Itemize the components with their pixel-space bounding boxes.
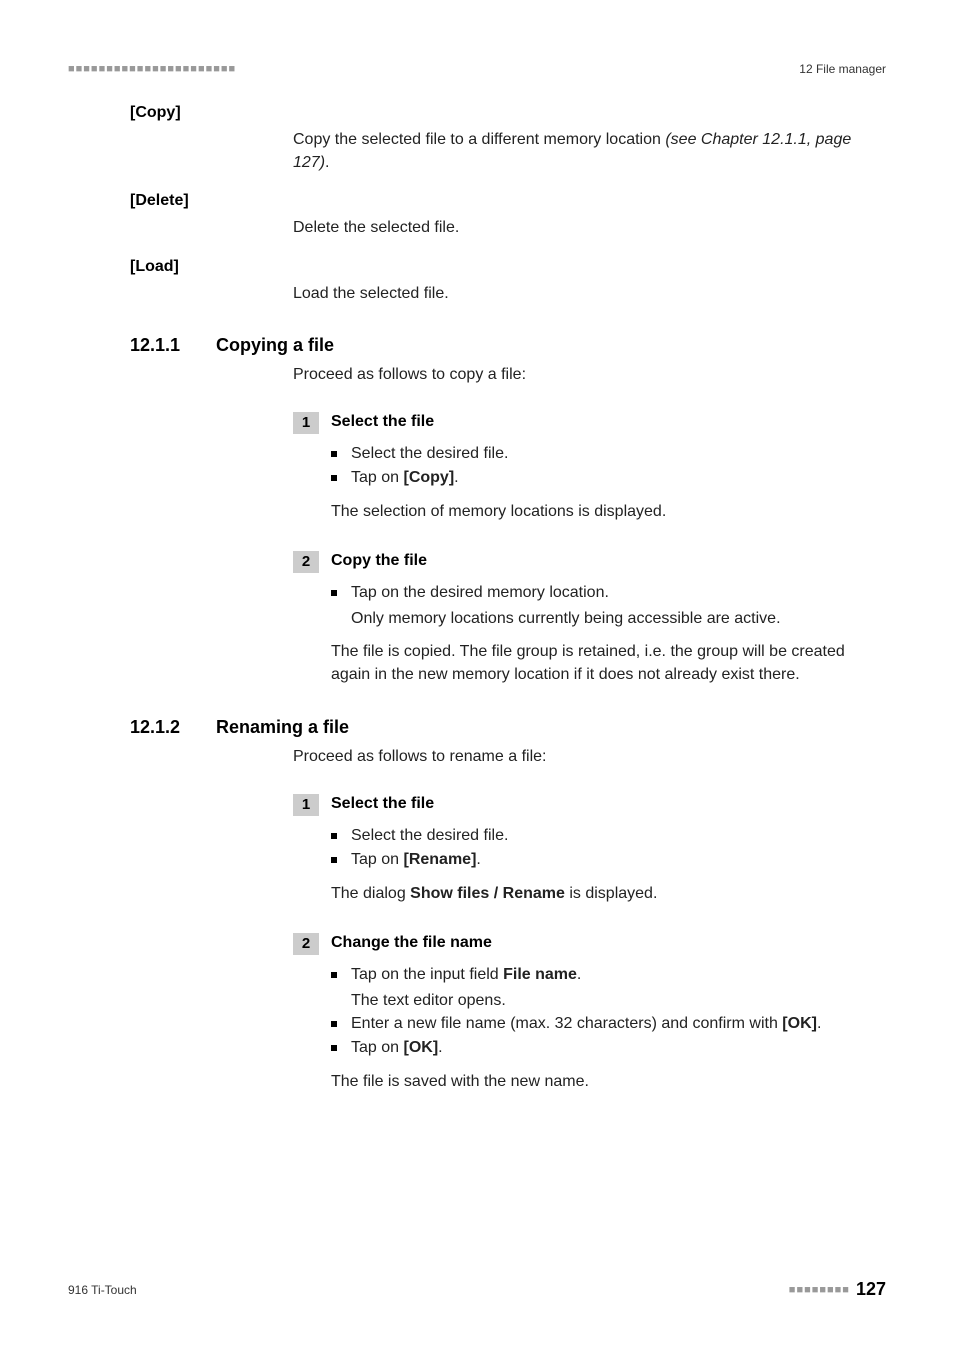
text: The dialog [331, 885, 410, 902]
bullet-icon [331, 857, 337, 863]
step-header: 2 Copy the file [293, 551, 886, 573]
step-header: 1 Select the file [293, 412, 886, 434]
step-result: The file is copied. The file group is re… [331, 640, 886, 686]
bullet-text: Enter a new file name (max. 32 character… [351, 1012, 886, 1036]
sec1-step2: 2 Copy the file Tap on the desired memor… [293, 551, 886, 687]
step-header: 1 Select the file [293, 794, 886, 816]
field-ref: File name [503, 966, 577, 983]
list-item: Tap on [Copy]. [331, 466, 886, 490]
sec2-step1: 1 Select the file Select the desired fil… [293, 794, 886, 905]
bullet-text: Tap on [Rename]. [351, 848, 886, 872]
footer-product: 916 Ti-Touch [68, 1283, 137, 1297]
section-title: Copying a file [216, 335, 334, 356]
list-item: Tap on the input field File name. The te… [331, 963, 886, 1012]
bullet-text: Select the desired file. [351, 824, 886, 848]
button-ref: [Rename] [403, 851, 476, 868]
bullet-icon [331, 590, 337, 596]
section-12-1-1: 12.1.1 Copying a file [130, 335, 886, 356]
page-footer: 916 Ti-Touch ■■■■■■■■ 127 [68, 1279, 886, 1300]
text: Tap on [351, 469, 403, 486]
section-intro: Proceed as follows to copy a file: [293, 366, 886, 384]
bullet-text: Tap on [Copy]. [351, 466, 886, 490]
def-load-term: [Load] [68, 258, 886, 276]
bullet-text: Tap on the input field File name. The te… [351, 963, 886, 1012]
bullet-icon [331, 451, 337, 457]
def-delete-term: [Delete] [68, 192, 886, 210]
text: . [577, 966, 581, 983]
step-title: Change the file name [331, 933, 492, 952]
footer-dashes: ■■■■■■■■ [789, 1284, 850, 1296]
text: Tap on the input field [351, 966, 503, 983]
def-copy-text-end: . [325, 154, 329, 171]
bullet-icon [331, 1021, 337, 1027]
bullet-icon [331, 833, 337, 839]
section-title: Renaming a file [216, 717, 349, 738]
list-item: Enter a new file name (max. 32 character… [331, 1012, 886, 1036]
list-item: Select the desired file. [331, 442, 886, 466]
sub-text: The text editor opens. [351, 989, 886, 1012]
button-ref: [OK] [403, 1039, 438, 1056]
section-intro: Proceed as follows to rename a file: [293, 748, 886, 766]
bullet-icon [331, 1045, 337, 1051]
sec2-step2: 2 Change the file name Tap on the input … [293, 933, 886, 1093]
text: . [454, 469, 458, 486]
list-item: Select the desired file. [331, 824, 886, 848]
list-item: Tap on the desired memory location. Only… [331, 581, 886, 630]
text: . [817, 1015, 821, 1032]
dialog-ref: Show files / Rename [410, 885, 565, 902]
header-chapter: 12 File manager [799, 62, 886, 76]
step-result: The dialog Show files / Rename is displa… [331, 882, 886, 905]
bullet-list: Tap on the desired memory location. Only… [331, 581, 886, 630]
text: . [438, 1039, 442, 1056]
def-copy-term: [Copy] [68, 104, 886, 122]
bullet-text: Select the desired file. [351, 442, 886, 466]
section-12-1-2: 12.1.2 Renaming a file [130, 717, 886, 738]
sec1-step1: 1 Select the file Select the desired fil… [293, 412, 886, 523]
def-copy-body: Copy the selected file to a different me… [293, 128, 886, 174]
step-number: 1 [293, 412, 319, 434]
bullet-list: Tap on the input field File name. The te… [331, 963, 886, 1060]
def-load-body: Load the selected file. [293, 282, 886, 305]
bullet-list: Select the desired file. Tap on [Copy]. [331, 442, 886, 490]
bullet-text: Tap on the desired memory location. Only… [351, 581, 886, 630]
section-num: 12.1.1 [130, 335, 216, 356]
list-item: Tap on [Rename]. [331, 848, 886, 872]
page-number: 127 [856, 1279, 886, 1300]
button-ref: [Copy] [403, 469, 454, 486]
step-title: Select the file [331, 794, 434, 813]
step-title: Copy the file [331, 551, 427, 570]
list-item: Tap on [OK]. [331, 1036, 886, 1060]
button-ref: [OK] [782, 1015, 817, 1032]
step-header: 2 Change the file name [293, 933, 886, 955]
step-title: Select the file [331, 412, 434, 431]
step-number: 1 [293, 794, 319, 816]
bullet-icon [331, 475, 337, 481]
bullet-text: Tap on [OK]. [351, 1036, 886, 1060]
step-result: The selection of memory locations is dis… [331, 500, 886, 523]
step-number: 2 [293, 551, 319, 573]
text: . [476, 851, 480, 868]
section-num: 12.1.2 [130, 717, 216, 738]
bullet-icon [331, 972, 337, 978]
page-header: ■■■■■■■■■■■■■■■■■■■■■■ 12 File manager [68, 62, 886, 76]
text: is displayed. [565, 885, 658, 902]
def-delete-body: Delete the selected file. [293, 216, 886, 239]
sub-text: Only memory locations currently being ac… [351, 607, 886, 630]
header-dashes: ■■■■■■■■■■■■■■■■■■■■■■ [68, 63, 236, 75]
text: Tap on [351, 851, 403, 868]
step-number: 2 [293, 933, 319, 955]
def-copy-text: Copy the selected file to a different me… [293, 131, 665, 148]
text: Tap on the desired memory location. [351, 584, 609, 601]
text: Enter a new file name (max. 32 character… [351, 1015, 782, 1032]
step-result: The file is saved with the new name. [331, 1070, 886, 1093]
bullet-list: Select the desired file. Tap on [Rename]… [331, 824, 886, 872]
text: Tap on [351, 1039, 403, 1056]
footer-right: ■■■■■■■■ 127 [789, 1279, 886, 1300]
